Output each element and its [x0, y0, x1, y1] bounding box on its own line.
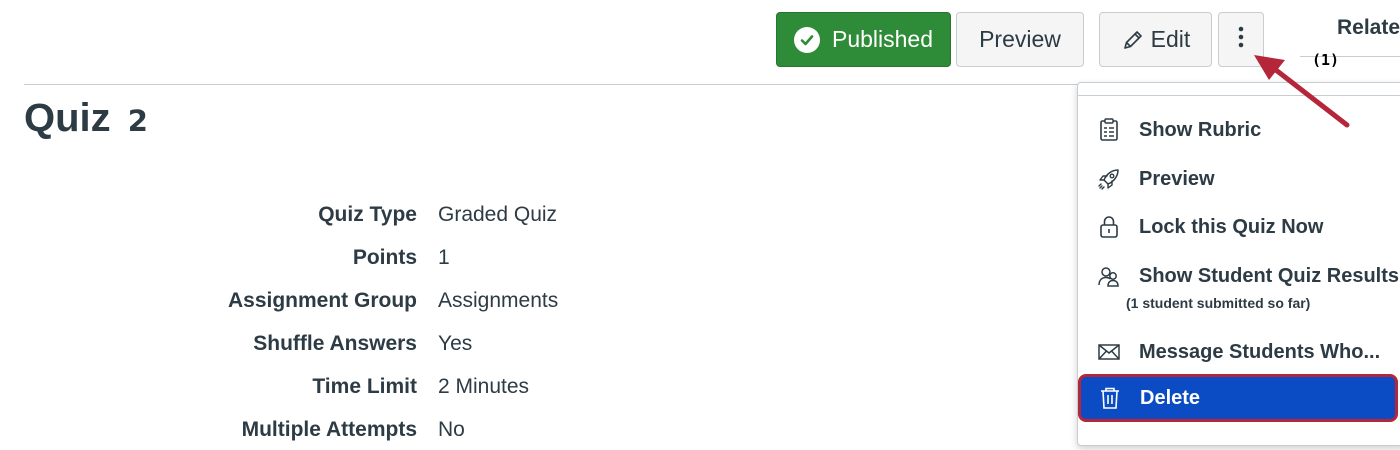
detail-value: Graded Quiz: [438, 202, 558, 226]
quiz-details: Quiz Type Graded Quiz Points 1 Assignmen…: [160, 193, 558, 450]
menu-item-delete[interactable]: Delete: [1078, 374, 1398, 422]
envelope-icon: [1097, 340, 1121, 364]
menu-item-label: Show Student Quiz Results: [1139, 264, 1400, 287]
quiz-toolbar: Published Preview Edit Relate (1): [0, 0, 1400, 84]
header-divider: [24, 84, 1084, 85]
detail-value: 2 Minutes: [438, 374, 530, 398]
detail-label: Time Limit: [312, 374, 417, 398]
detail-value: Assignments: [438, 288, 559, 312]
detail-row: Multiple Attempts No: [160, 408, 558, 450]
detail-value: Yes: [438, 331, 473, 355]
edit-button[interactable]: Edit: [1099, 12, 1212, 67]
menu-item-show-results[interactable]: Show Student Quiz Results: [1078, 253, 1400, 299]
menu-item-label: Lock this Quiz Now: [1139, 215, 1324, 238]
edit-label: Edit: [1150, 26, 1191, 52]
lock-icon: [1097, 215, 1121, 239]
related-items-heading: Relate: [1337, 16, 1400, 39]
check-circle-icon: [793, 26, 820, 53]
detail-label: Assignment Group: [227, 288, 417, 312]
rubric-icon: [1097, 118, 1121, 142]
page-title: Quiz 2: [24, 96, 148, 141]
results-note: (1 student submitted so far): [1126, 295, 1311, 311]
menu-item-lock-quiz[interactable]: Lock this Quiz Now: [1078, 204, 1400, 250]
trash-icon: [1098, 386, 1122, 410]
menu-item-label: Preview: [1139, 167, 1215, 190]
more-options-button[interactable]: [1218, 12, 1264, 67]
detail-label: Multiple Attempts: [241, 417, 417, 441]
detail-row: Assignment Group Assignments: [160, 279, 558, 322]
quiz-title: Quiz: [24, 96, 111, 140]
detail-row: Points 1: [160, 236, 558, 279]
menu-item-label: Message Students Who...: [1139, 340, 1381, 363]
detail-value: 1: [438, 245, 450, 269]
detail-row: Shuffle Answers Yes: [160, 322, 558, 365]
detail-row: Quiz Type Graded Quiz: [160, 193, 558, 236]
detail-row: Time Limit 2 Minutes: [160, 365, 558, 408]
detail-label: Points: [352, 245, 417, 269]
menu-item-label: Show Rubric: [1139, 118, 1262, 141]
menu-item-show-rubric[interactable]: Show Rubric: [1078, 107, 1400, 153]
detail-label: Shuffle Answers: [253, 331, 417, 355]
menu-divider: [1078, 95, 1400, 96]
delete-label: Delete: [1140, 386, 1201, 409]
kebab-icon: [1238, 25, 1244, 55]
users-icon: [1097, 264, 1121, 288]
menu-item-message-students[interactable]: Message Students Who...: [1078, 329, 1400, 375]
step-callout: (1): [1312, 51, 1340, 69]
published-label: Published: [831, 26, 934, 52]
preview-button[interactable]: Preview: [956, 12, 1084, 67]
quiz-title-number: 2: [127, 104, 148, 138]
detail-value: No: [438, 417, 465, 441]
menu-item-preview[interactable]: Preview: [1078, 156, 1400, 202]
pencil-icon: [1121, 28, 1145, 52]
detail-label: Quiz Type: [318, 202, 417, 226]
rocket-icon: [1097, 167, 1121, 191]
preview-label: Preview: [979, 26, 1061, 52]
published-button[interactable]: Published: [776, 12, 951, 67]
